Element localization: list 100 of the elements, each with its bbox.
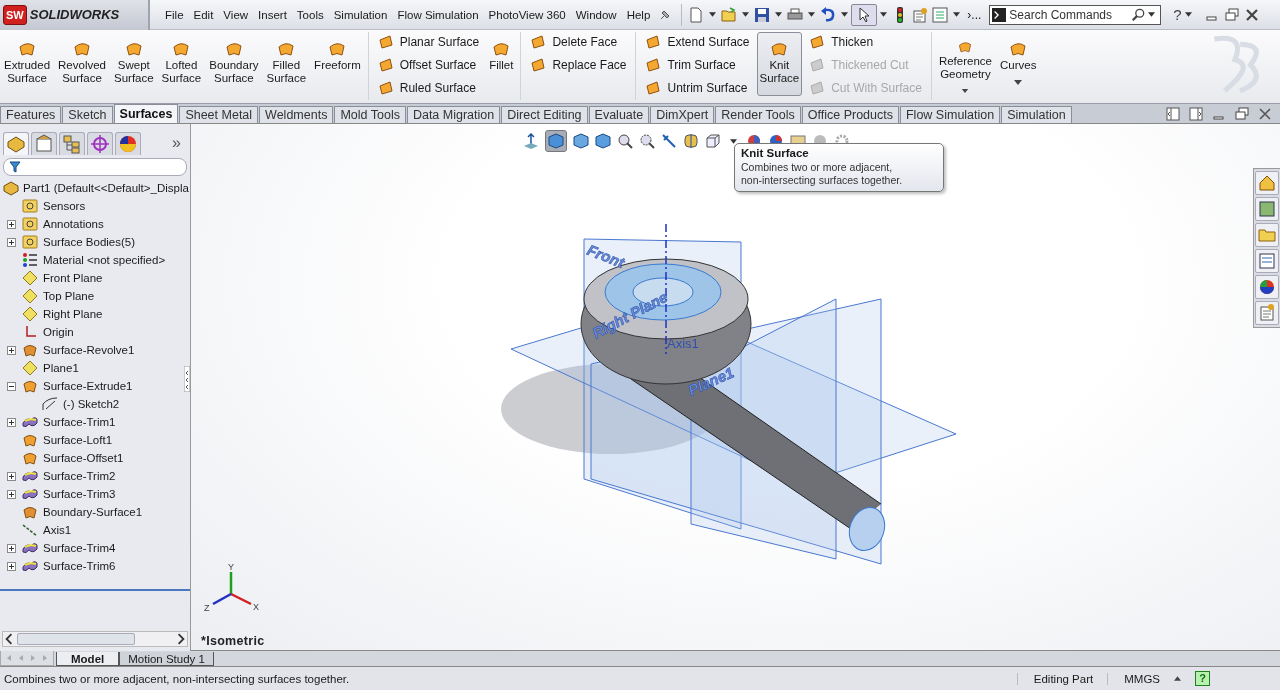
panel-grip-icon[interactable] <box>184 366 190 392</box>
caret-icon[interactable] <box>808 12 816 17</box>
menu-item[interactable]: Window <box>570 8 622 21</box>
menu-item[interactable]: Flow Simulation <box>392 8 484 21</box>
ribbon-button[interactable]: Reference Geometry <box>935 32 995 96</box>
command-tab[interactable]: Weldments <box>259 106 334 123</box>
more-tabs[interactable]: » <box>172 134 181 152</box>
caret-icon[interactable] <box>1184 12 1192 17</box>
command-tab[interactable]: Flow Simulation <box>900 106 1001 123</box>
menu-item[interactable]: View <box>218 8 254 21</box>
ribbon-button[interactable]: Extend Surface <box>643 32 752 52</box>
scroll-left-icon[interactable] <box>3 633 15 645</box>
ribbon-button[interactable]: Trim Surface <box>643 55 752 75</box>
toolbar-overflow[interactable]: ›... <box>967 7 982 22</box>
menu-item[interactable]: Tools <box>291 8 329 21</box>
ribbon-button[interactable]: Replace Face <box>528 55 629 75</box>
feature-tree-tab-icon[interactable] <box>3 131 29 155</box>
save-icon[interactable] <box>754 6 771 23</box>
command-tab[interactable]: Mold Tools <box>334 106 406 123</box>
tree-item[interactable]: Surface-Trim6 <box>43 560 116 572</box>
caret-icon[interactable] <box>841 12 849 17</box>
tree-item[interactable]: Right Plane <box>43 308 103 320</box>
tree-item[interactable]: Surface-Revolve1 <box>43 344 135 356</box>
caret-icon[interactable] <box>775 12 783 17</box>
tree-item[interactable]: Boundary-Surface1 <box>43 506 143 518</box>
expand-icon[interactable] <box>6 543 16 553</box>
command-tab[interactable]: Simulation <box>1001 106 1072 123</box>
appearance-tab-icon[interactable] <box>115 131 141 155</box>
document-tab[interactable]: Motion Study 1 <box>119 652 214 666</box>
ribbon-button[interactable]: Filled Surface <box>263 32 310 96</box>
ribbon-button[interactable]: Knit Surface <box>756 32 803 96</box>
tree-item[interactable]: Annotations <box>43 218 104 230</box>
ribbon-button[interactable]: Planar Surface <box>375 32 482 52</box>
cube-icon[interactable] <box>573 133 589 149</box>
ribbon-button[interactable]: Fillet <box>486 32 517 96</box>
tree-item[interactable]: Origin <box>43 326 74 338</box>
close-icon[interactable] <box>1258 107 1272 121</box>
command-tab[interactable]: Office Products <box>801 106 899 123</box>
crosshair-tab-icon[interactable] <box>87 131 113 155</box>
tree-item[interactable]: Plane1 <box>43 362 79 374</box>
home-icon[interactable] <box>1255 171 1279 195</box>
menu-item[interactable]: Simulation <box>328 8 393 21</box>
tree-item[interactable]: Sensors <box>43 200 86 212</box>
ribbon-button[interactable]: Thicken <box>807 32 924 52</box>
expand-icon[interactable] <box>6 471 16 481</box>
caret-icon[interactable] <box>1174 676 1181 681</box>
tile-left-icon[interactable] <box>1166 107 1180 121</box>
tree-item[interactable]: Surface-Trim4 <box>43 542 116 554</box>
caret-icon[interactable] <box>880 12 888 17</box>
caret-icon[interactable] <box>709 12 717 17</box>
normal-to-icon[interactable] <box>523 133 539 149</box>
tree-item[interactable]: Top Plane <box>43 290 95 302</box>
view-palette-icon[interactable] <box>1255 249 1279 273</box>
command-tab[interactable]: Surfaces <box>113 104 179 123</box>
tree-item[interactable]: Front Plane <box>43 272 103 284</box>
ribbon-button[interactable]: Curves <box>996 32 1040 96</box>
tree-item[interactable]: Material <not specified> <box>43 254 166 266</box>
tree-item[interactable]: Surface-Trim1 <box>43 416 116 428</box>
help-icon[interactable]: ? <box>1173 6 1182 23</box>
ribbon-button[interactable]: Delete Face <box>528 32 629 52</box>
caret-icon[interactable] <box>953 12 961 17</box>
configuration-tab-icon[interactable] <box>59 131 85 155</box>
printer-icon[interactable] <box>787 6 804 23</box>
ribbon-button[interactable]: Boundary Surface <box>206 32 262 96</box>
caret-icon[interactable] <box>1148 12 1156 17</box>
view-button[interactable] <box>545 130 567 152</box>
appearance-icon[interactable] <box>1255 275 1279 299</box>
previous-view-icon[interactable] <box>661 133 677 149</box>
tree-item[interactable]: Surface-Trim3 <box>43 488 116 500</box>
close-icon[interactable] <box>1244 7 1259 22</box>
expand-icon[interactable] <box>6 219 16 229</box>
restore-icon[interactable] <box>1224 7 1239 22</box>
ribbon-button[interactable]: Extruded Surface <box>1 32 54 96</box>
cube-icon[interactable] <box>595 133 611 149</box>
expand-icon[interactable] <box>6 489 16 499</box>
command-tab[interactable]: DimXpert <box>650 106 715 123</box>
command-tab[interactable]: Features <box>0 106 62 123</box>
menu-item[interactable]: Edit <box>188 8 219 21</box>
ribbon-button[interactable]: Freeform <box>311 32 364 96</box>
tree-item[interactable]: (-) Sketch2 <box>63 398 120 410</box>
horizontal-scrollbar[interactable] <box>2 631 188 647</box>
command-tab[interactable]: Evaluate <box>588 106 650 123</box>
ribbon-button[interactable]: Offset Surface <box>375 55 482 75</box>
undo-icon[interactable] <box>820 6 837 23</box>
command-tab[interactable]: Sketch <box>62 106 113 123</box>
select-button[interactable] <box>851 3 878 26</box>
ribbon-button[interactable]: Untrim Surface <box>643 78 752 98</box>
expand-icon[interactable] <box>6 345 16 355</box>
menu-item[interactable]: PhotoView 360 <box>483 8 571 21</box>
tree-item[interactable]: Part1 (Default<<Default>_Displa <box>23 182 189 194</box>
search-field[interactable]: Search Commands <box>989 4 1162 25</box>
property-tab-icon[interactable] <box>31 131 57 155</box>
library-icon[interactable] <box>1255 197 1279 221</box>
caret-icon[interactable] <box>961 89 970 93</box>
scroll-right-icon[interactable] <box>175 633 187 645</box>
menu-item[interactable]: Insert <box>253 8 292 21</box>
command-tab[interactable]: Render Tools <box>715 106 801 123</box>
tree-item[interactable]: Surface-Extrude1 <box>43 380 133 392</box>
caret-icon[interactable] <box>742 12 750 17</box>
document-tab[interactable]: Model <box>56 652 120 666</box>
